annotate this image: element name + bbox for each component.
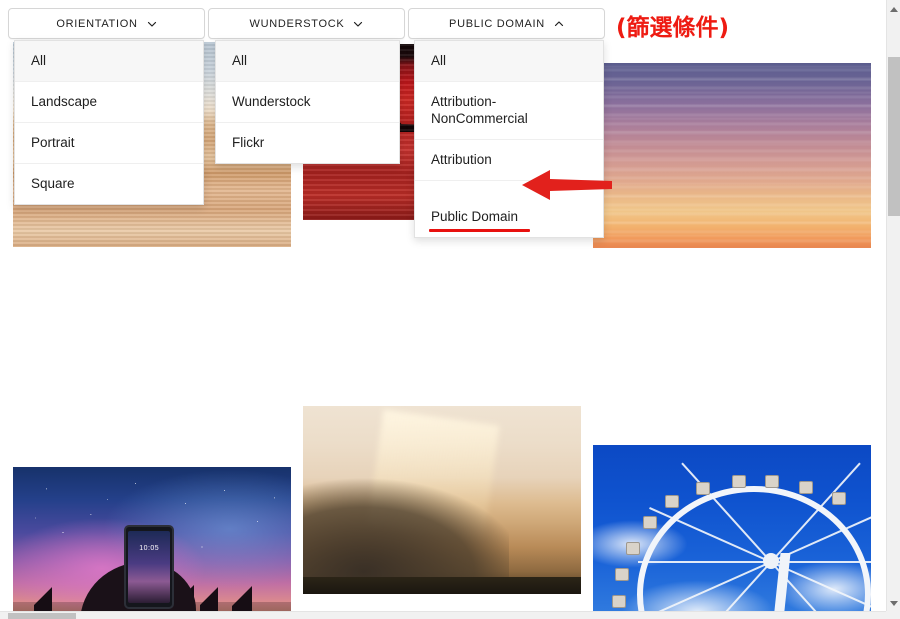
chevron-down-icon xyxy=(147,19,157,29)
chevron-down-icon xyxy=(353,19,363,29)
wheel-cabin xyxy=(615,568,630,582)
gallery-column-right: 漢陽の窩 http://www.niaoyue.tw xyxy=(587,0,877,612)
orientation-filter-label: ORIENTATION xyxy=(56,17,138,30)
browser-viewport: 10:05 ORIENTATION WUNDERSTOCK PUBLIC DOM… xyxy=(0,0,900,619)
orientation-option-landscape[interactable]: Landscape xyxy=(15,82,203,123)
license-filter-button[interactable]: PUBLIC DOMAIN xyxy=(408,8,605,39)
phone-screen xyxy=(128,531,171,603)
phone-clock-label: 10:05 xyxy=(139,544,160,552)
vertical-scrollbar-thumb[interactable] xyxy=(888,57,900,216)
wheel-cabin xyxy=(798,480,813,494)
triangle-up-icon xyxy=(890,6,898,12)
horizontal-scrollbar-thumb[interactable] xyxy=(8,613,76,619)
license-option-public-domain-label: Public Domain xyxy=(428,209,531,233)
orientation-filter-button[interactable]: ORIENTATION xyxy=(8,8,205,39)
smartphone: 10:05 xyxy=(124,525,175,609)
source-filter-button[interactable]: WUNDERSTOCK xyxy=(208,8,405,39)
orientation-option-portrait[interactable]: Portrait xyxy=(15,123,203,164)
source-option-flickr[interactable]: Flickr xyxy=(216,123,399,163)
horizontal-scrollbar[interactable] xyxy=(0,611,886,619)
source-option-all[interactable]: All xyxy=(216,41,399,82)
orientation-option-square[interactable]: Square xyxy=(15,164,203,204)
orientation-dropdown-menu: All Landscape Portrait Square xyxy=(14,40,204,205)
wheel-spoke xyxy=(637,560,771,563)
scroll-down-button[interactable] xyxy=(887,596,900,610)
sunbeam-cloud-photo[interactable] xyxy=(303,406,581,594)
wheel-cabin xyxy=(832,491,847,505)
license-option-all[interactable]: All xyxy=(415,41,603,82)
annotation-arrow-icon xyxy=(520,168,612,202)
aurora-phone-photo[interactable]: 10:05 xyxy=(13,467,291,612)
ferris-wheel-photo[interactable] xyxy=(593,445,871,612)
wheel-cabin xyxy=(612,594,627,608)
scrollbar-corner xyxy=(886,611,900,619)
annotation-note: (篩選條件) xyxy=(616,15,730,41)
wheel-cabin xyxy=(695,482,710,496)
source-option-wunderstock[interactable]: Wunderstock xyxy=(216,82,399,123)
source-filter-label: WUNDERSTOCK xyxy=(249,17,345,30)
vertical-scrollbar[interactable] xyxy=(886,0,900,612)
pastel-sunset-sky-photo[interactable] xyxy=(593,63,871,248)
wheel-cabin xyxy=(732,474,746,488)
wheel-cabin xyxy=(765,474,780,488)
orientation-option-all[interactable]: All xyxy=(15,41,203,82)
triangle-down-icon xyxy=(890,600,898,606)
dark-cloud-mass xyxy=(303,447,509,594)
source-dropdown-menu: All Wunderstock Flickr xyxy=(215,40,400,164)
license-option-attribution-noncommercial[interactable]: Attribution- NonCommercial xyxy=(415,82,603,140)
scroll-up-button[interactable] xyxy=(887,2,900,16)
chevron-up-icon xyxy=(554,19,564,29)
wheel-cabin xyxy=(626,542,641,556)
horizon-strip xyxy=(303,577,581,594)
wheel-cabin xyxy=(665,495,680,509)
license-filter-label: PUBLIC DOMAIN xyxy=(449,17,545,30)
wheel-cabin xyxy=(643,516,658,530)
license-dropdown-menu: All Attribution- NonCommercial Attributi… xyxy=(414,40,604,239)
ferris-wheel-hub xyxy=(762,552,779,569)
